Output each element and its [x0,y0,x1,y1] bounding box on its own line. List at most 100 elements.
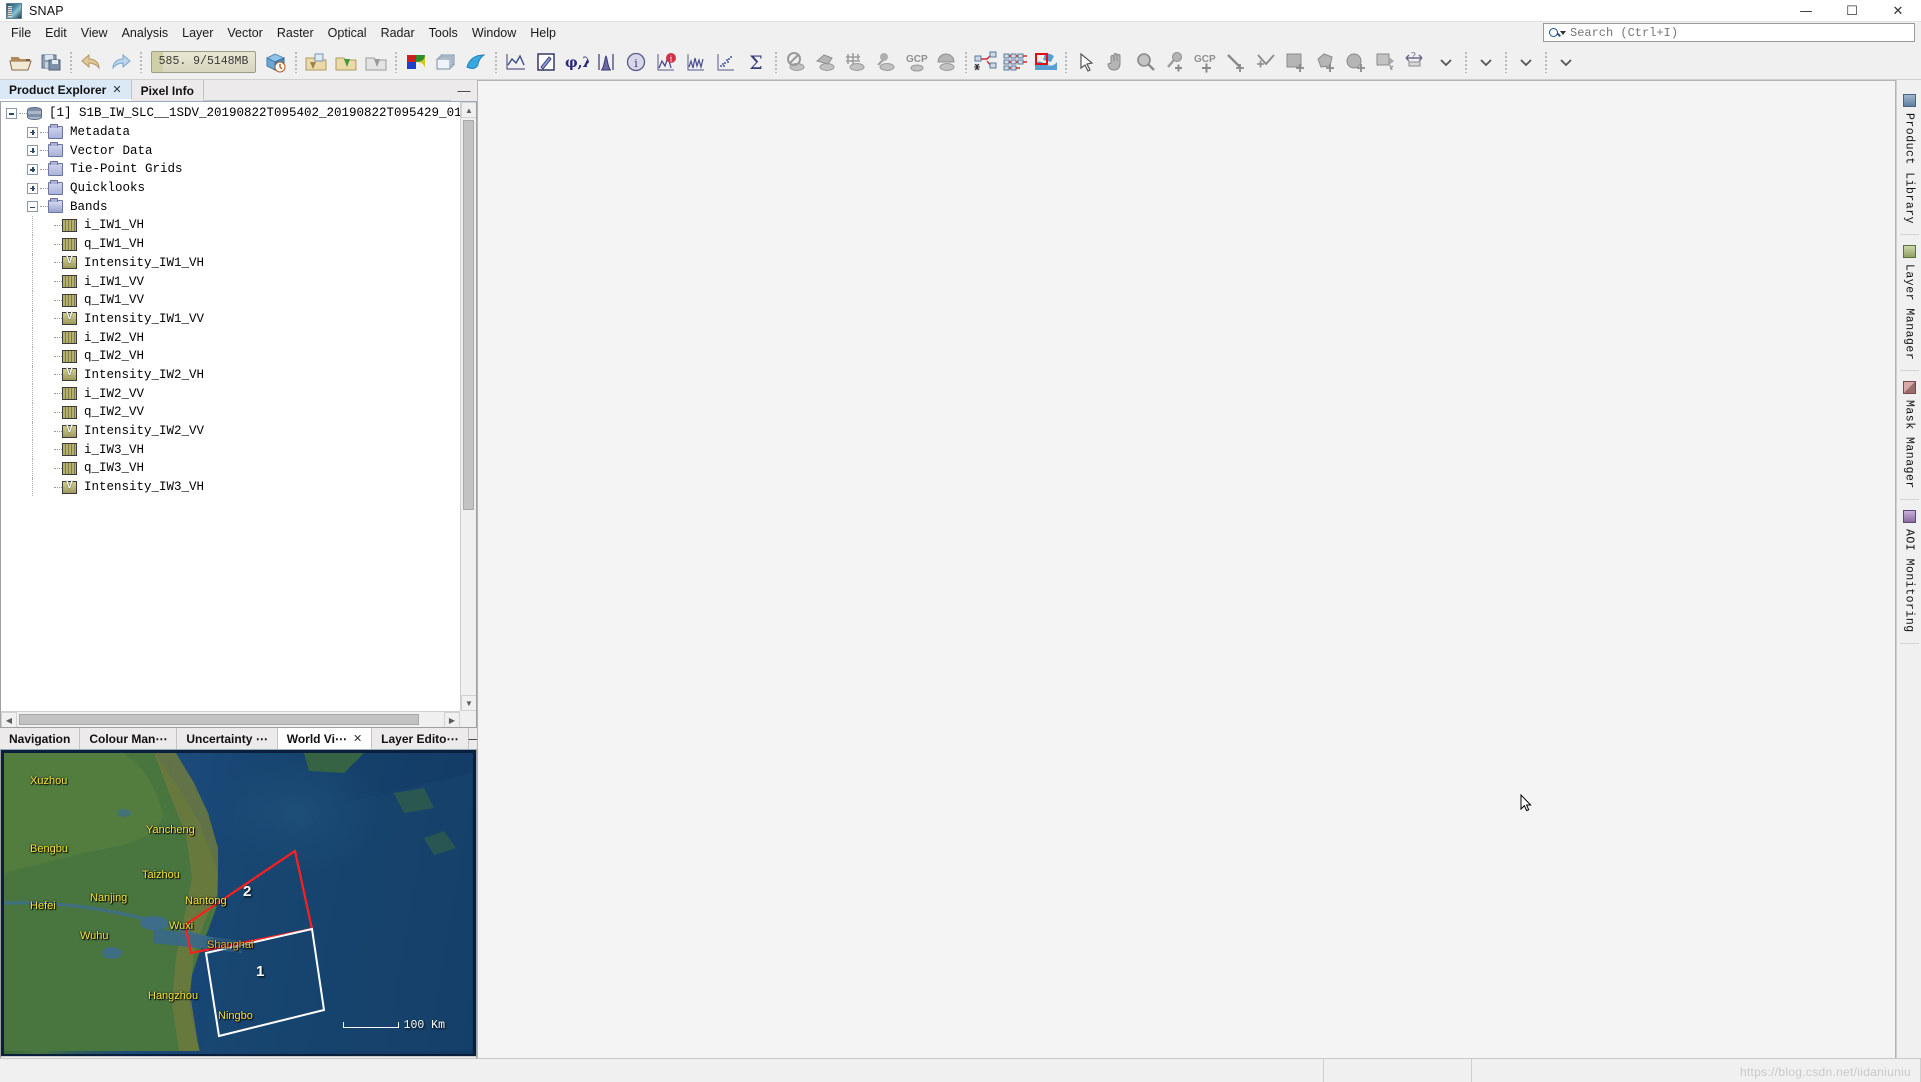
colour-manipulation-icon[interactable] [401,47,431,77]
graticule-overlay-icon[interactable] [841,47,871,77]
rail-tab-mask-manager[interactable]: Mask Manager [1900,371,1919,500]
menu-optical[interactable]: Optical [321,23,374,43]
toolbar-overflow-icon[interactable] [1471,47,1501,77]
tree-toggle-expand[interactable] [27,183,38,194]
tree-row[interactable]: Intensity_IW2_VH [1,366,460,385]
zoom-tool-icon[interactable] [1131,47,1161,77]
scrollbar-thumb[interactable] [463,120,474,510]
scroll-right-icon[interactable]: ▶ [444,712,460,728]
tab-uncertainty[interactable]: Uncertainty ⋯ [177,728,277,749]
tree-row[interactable]: q_IW2_VH [1,347,460,366]
open-image-view-icon[interactable] [301,47,331,77]
rail-tab-layer-manager[interactable]: Layer Manager [1900,235,1919,371]
menu-layer[interactable]: Layer [175,23,220,43]
scrollbar-thumb[interactable] [19,714,419,725]
histogram-icon[interactable] [591,47,621,77]
wave-spectrum-icon[interactable] [461,47,491,77]
menu-window[interactable]: Window [465,23,523,43]
tree-toggle-expand[interactable] [27,164,38,175]
tree-row[interactable]: Metadata [1,123,460,142]
tree-row[interactable]: Intensity_IW2_VV [1,422,460,441]
product-tree[interactable]: [1] S1B_IW_SLC__1SDV_20190822T095402_201… [1,102,460,711]
toolbar-overflow-icon[interactable] [1551,47,1581,77]
tree-row[interactable]: Bands [1,197,460,216]
tab-layer-editor[interactable]: Layer Edito⋯ [372,728,468,749]
open-product-icon[interactable] [6,47,36,77]
gc-run-icon[interactable] [261,47,291,77]
tree-row[interactable]: Vector Data [1,141,460,160]
correlative-plot-icon[interactable] [681,47,711,77]
tab-colour-manipulation[interactable]: Colour Man⋯ [80,728,177,749]
gcp-overlay-icon[interactable]: GCP [901,47,931,77]
tree-toggle-collapse[interactable] [27,201,38,212]
menu-file[interactable]: File [4,23,38,43]
tree-row[interactable]: Intensity_IW1_VV [1,310,460,329]
spectrum-view-icon[interactable] [531,47,561,77]
close-button[interactable]: ✕ [1875,0,1921,22]
menu-analysis[interactable]: Analysis [115,23,176,43]
scroll-up-icon[interactable]: ▲ [461,102,477,118]
subset-region-icon[interactable] [1031,47,1061,77]
pan-tool-icon[interactable] [1101,47,1131,77]
tree-row[interactable]: Tie-Point Grids [1,160,460,179]
tab-navigation[interactable]: Navigation [0,728,80,749]
tree-row[interactable]: [1] S1B_IW_SLC__1SDV_20190822T095402_201… [1,104,460,123]
tree-row[interactable]: Intensity_IW1_VH [1,254,460,273]
redo-icon[interactable] [106,47,136,77]
document-area[interactable] [477,80,1896,1081]
tab-world-view[interactable]: World Vi⋯ ✕ [278,728,372,749]
tab-pixel-info[interactable]: Pixel Info [132,80,204,101]
tree-row[interactable]: Quicklooks [1,179,460,198]
product-tree-container[interactable]: [1] S1B_IW_SLC__1SDV_20190822T095402_201… [0,102,477,728]
open-rgb-image-view-icon[interactable] [331,47,361,77]
close-icon[interactable]: ✕ [353,732,362,745]
scroll-down-icon[interactable]: ▼ [461,695,477,711]
undo-icon[interactable] [76,47,106,77]
tree-toggle-expand[interactable] [27,145,38,156]
toolbar-overflow-icon[interactable] [1431,47,1461,77]
minimize-dock-button[interactable]: — [451,80,477,101]
no-data-overlay-icon[interactable] [781,47,811,77]
tree-row[interactable]: q_IW1_VV [1,291,460,310]
scatter-plot-icon[interactable] [711,47,741,77]
tree-row[interactable]: i_IW3_VH [1,440,460,459]
polyline-drawing-tool-icon[interactable] [1251,47,1281,77]
tree-vertical-scrollbar[interactable]: ▲ ▼ [460,102,476,711]
tile-windows-icon[interactable] [431,47,461,77]
save-product-icon[interactable] [36,47,66,77]
profile-plot-icon[interactable] [501,47,531,77]
tree-row[interactable]: i_IW2_VV [1,384,460,403]
pin-placing-tool-icon[interactable] [1161,47,1191,77]
pin-overlay-icon[interactable] [871,47,901,77]
menu-vector[interactable]: Vector [220,23,269,43]
tree-row[interactable]: q_IW1_VH [1,235,460,254]
search-input[interactable] [1570,26,1914,40]
memory-monitor[interactable]: 585. 9/5148MB [151,51,256,73]
range-finder-tool-icon[interactable]: ? [1401,47,1431,77]
maximize-button[interactable]: ☐ [1829,0,1875,22]
search-box[interactable] [1543,23,1915,42]
graph-builder-icon[interactable] [971,47,1001,77]
rectangle-drawing-tool-icon[interactable] [1281,47,1311,77]
rail-tab-aoi-monitoring[interactable]: AOI Monitoring [1900,500,1919,644]
menu-view[interactable]: View [74,23,115,43]
geometry-overlay-icon[interactable] [811,47,841,77]
tree-row[interactable]: i_IW1_VH [1,216,460,235]
tree-row[interactable]: i_IW1_VV [1,272,460,291]
tree-row[interactable]: q_IW2_VV [1,403,460,422]
scroll-left-icon[interactable]: ◀ [1,712,17,728]
line-drawing-tool-icon[interactable] [1221,47,1251,77]
tree-toggle-expand[interactable] [27,127,38,138]
selection-tool-icon[interactable] [1071,47,1101,77]
information-icon[interactable]: i [621,47,651,77]
polygon-drawing-tool-icon[interactable] [1311,47,1341,77]
menu-tools[interactable]: Tools [422,23,465,43]
tab-product-explorer[interactable]: Product Explorer ✕ [0,80,132,101]
tree-toggle-collapse[interactable] [6,108,17,119]
rail-tab-product-library[interactable]: Product Library [1900,84,1919,235]
tree-row[interactable]: q_IW3_VH [1,459,460,478]
geo-coding-icon[interactable]: φ,λ [561,47,591,77]
menu-raster[interactable]: Raster [270,23,321,43]
minimize-button[interactable]: — [1783,0,1829,22]
tree-row[interactable]: i_IW2_VH [1,328,460,347]
